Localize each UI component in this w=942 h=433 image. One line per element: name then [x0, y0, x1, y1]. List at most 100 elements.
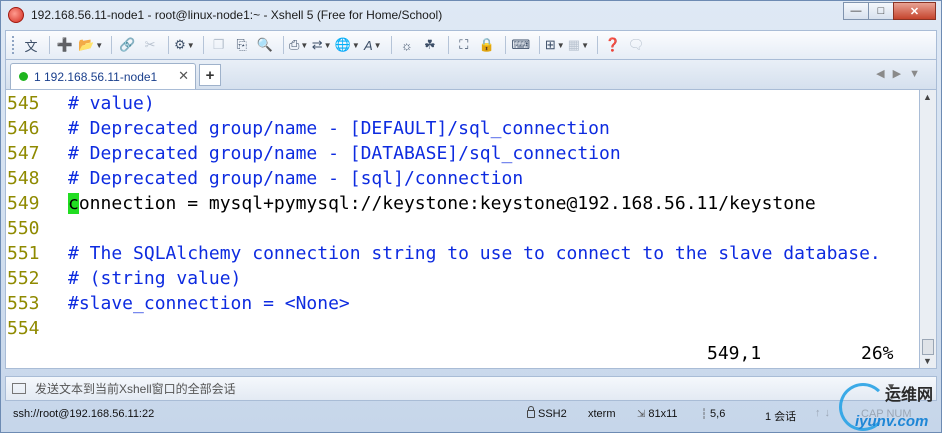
line-number: 547 — [7, 143, 40, 164]
line-text: # (string value) — [68, 268, 242, 289]
chevron-down-icon[interactable]: ▼ — [557, 41, 565, 50]
open-folder-icon[interactable]: 📂 ▼ — [78, 35, 103, 55]
file-percent: 26% — [861, 343, 894, 364]
tab-label: 1 192.168.56.11-node1 — [34, 69, 158, 84]
scroll-up-icon[interactable]: ▲ — [923, 92, 932, 102]
terminal-type: xterm — [588, 408, 616, 420]
toolbar-grip[interactable] — [12, 36, 15, 54]
line-number: 552 — [7, 268, 40, 289]
terminal-line: 545 # value) — [6, 91, 155, 116]
fullscreen-icon[interactable]: ⛶ — [454, 35, 474, 55]
tab-session-1[interactable]: 1 192.168.56.11-node1 ✕ — [10, 63, 196, 89]
line-text: # Deprecated group/name - [sql]/connecti… — [68, 168, 524, 189]
text-icon[interactable]: 文 — [21, 35, 41, 55]
line-text: # Deprecated group/name - [DEFAULT]/sql_… — [68, 118, 610, 139]
terminal-line: 551 # The SQLAlchemy connection string to… — [6, 241, 881, 266]
terminal-size: ⇲ 81x11 — [637, 408, 678, 420]
chevron-down-icon[interactable]: ▼ — [324, 41, 332, 50]
line-number: 549 — [7, 193, 40, 214]
cursor-label: 5,6 — [710, 408, 726, 420]
reconnect-icon[interactable]: 🔗 — [117, 35, 137, 55]
chevron-down-icon[interactable]: ▼ — [95, 41, 103, 50]
xshell-logo-icon[interactable] — [8, 7, 24, 23]
cursor-position: 549,1 — [707, 343, 762, 364]
tab-close-icon[interactable]: ✕ — [178, 68, 189, 84]
maximize-button[interactable]: □ — [868, 2, 894, 20]
window-title: 192.168.56.11-node1 - root@linux-node1:~… — [31, 8, 443, 22]
chevron-down-icon[interactable]: ▼ — [300, 41, 308, 50]
chevron-down-icon[interactable]: ▼ — [581, 41, 589, 50]
compose-input[interactable]: 发送文本到当前Xshell窗口的全部会话 — [35, 380, 236, 397]
add-tab-button[interactable]: + — [199, 64, 221, 86]
protocol-status: SSH2 — [527, 406, 567, 420]
protocol-label: SSH2 — [538, 408, 567, 420]
toolbar-separator — [282, 36, 284, 54]
terminal-line: 550 — [6, 216, 68, 241]
line-text: #slave_connection = <None> — [68, 293, 350, 314]
title-bar[interactable]: 192.168.56.11-node1 - root@linux-node1:~… — [1, 1, 941, 29]
lock-icon[interactable]: 🔒 — [477, 35, 497, 55]
toolbar-separator — [538, 36, 540, 54]
scroll-down-icon[interactable]: ▼ — [923, 356, 932, 366]
line-number: 548 — [7, 168, 40, 189]
session-nav: ↑↓ — [815, 407, 834, 419]
toolbar-separator — [111, 36, 113, 54]
toolbar-separator — [390, 36, 392, 54]
tab-prev-icon[interactable]: ◀ — [876, 68, 892, 80]
arrow-up-icon[interactable]: ↑ — [815, 407, 825, 419]
line-number: 550 — [7, 218, 40, 239]
globe-icon[interactable]: 🌐 ▼ — [335, 35, 360, 55]
disconnect-icon[interactable]: ✂ — [140, 35, 160, 55]
tab-next-icon[interactable]: ▶ — [893, 68, 909, 80]
window-controls: — □ ✕ — [843, 2, 936, 20]
cursor-icon: ┆ — [701, 408, 708, 420]
compose-window-icon[interactable] — [12, 383, 26, 394]
terminal-scrollbar[interactable]: ▲ ▼ — [920, 89, 937, 369]
keyboard-icon[interactable]: ⌨ — [511, 35, 531, 55]
paste-icon[interactable]: ⎘ — [232, 35, 252, 55]
toolbar-separator — [597, 36, 599, 54]
main-toolbar: 文 ➕ 📂 ▼ 🔗 ✂ ⚙ ▼ ❐ ⎘ 🔍 ⎙ ▼ ⇄ ▼ 🌐 ▼ A ▼ ☼ ☘ ⛶ 🔒 … — [5, 30, 937, 60]
connection-address: ssh://root@192.168.56.11:22 — [13, 408, 155, 420]
terminal-area[interactable]: 545 # value) 546 # Deprecated group/name -… — [5, 89, 920, 369]
terminal-line: 546 # Deprecated group/name - [DEFAULT]/s… — [6, 116, 610, 141]
xftp-icon[interactable]: ☼ — [397, 35, 417, 55]
session-tab-bar: 1 192.168.56.11-node1 ✕ + ◀▶▼ — [5, 60, 937, 89]
chevron-down-icon[interactable]: ▼ — [352, 41, 360, 50]
chevron-down-icon[interactable]: ▼ — [374, 41, 382, 50]
lock-icon — [527, 406, 535, 418]
text-cursor: c — [68, 193, 79, 214]
toolbar-separator — [504, 36, 506, 54]
transfer-icon[interactable]: ⇄ ▼ — [312, 35, 332, 55]
toolbar-separator — [49, 36, 50, 54]
tab-list-icon[interactable]: ▼ — [909, 68, 928, 80]
minimize-button[interactable]: — — [843, 2, 869, 20]
chat-icon[interactable]: 🗨 — [626, 35, 646, 55]
scrollbar-thumb[interactable] — [922, 339, 934, 355]
connected-status-icon — [19, 72, 28, 81]
cursor-status: ┆ 5,6 — [701, 408, 725, 420]
new-tab-icon[interactable]: ⊞ ▼ — [545, 35, 565, 55]
xmanager-icon[interactable]: ☘ — [420, 35, 440, 55]
terminal-line: 547 # Deprecated group/name - [DATABASE]/… — [6, 141, 621, 166]
properties-icon[interactable]: ⚙ ▼ — [174, 35, 195, 55]
font-icon[interactable]: A ▼ — [363, 35, 383, 55]
status-bar: ssh://root@192.168.56.11:22 SSH2 xterm ⇲… — [5, 403, 937, 428]
toolbar-separator — [168, 36, 170, 54]
line-text: # value) — [68, 93, 155, 114]
toolbar-separator — [202, 36, 204, 54]
close-button[interactable]: ✕ — [893, 2, 936, 20]
line-text: onnection = mysql+pymysql://keystone:key… — [78, 193, 816, 214]
print-icon[interactable]: ⎙ ▼ — [289, 35, 309, 55]
chevron-down-icon[interactable]: ▼ — [187, 41, 195, 50]
toolbar-separator — [447, 36, 449, 54]
compose-bar[interactable]: 发送文本到当前Xshell窗口的全部会话 ▼ — [5, 376, 937, 401]
line-number: 554 — [7, 318, 40, 339]
find-icon[interactable]: 🔍 — [255, 35, 275, 55]
size-label: 81x11 — [648, 408, 678, 420]
line-text: # The SQLAlchemy connection string to us… — [68, 243, 881, 264]
new-session-icon[interactable]: ➕ — [55, 35, 75, 55]
copy-icon[interactable]: ❐ — [209, 35, 229, 55]
layout-icon[interactable]: ▦ ▼ — [568, 35, 589, 55]
help-icon[interactable]: ❓ — [603, 35, 623, 55]
